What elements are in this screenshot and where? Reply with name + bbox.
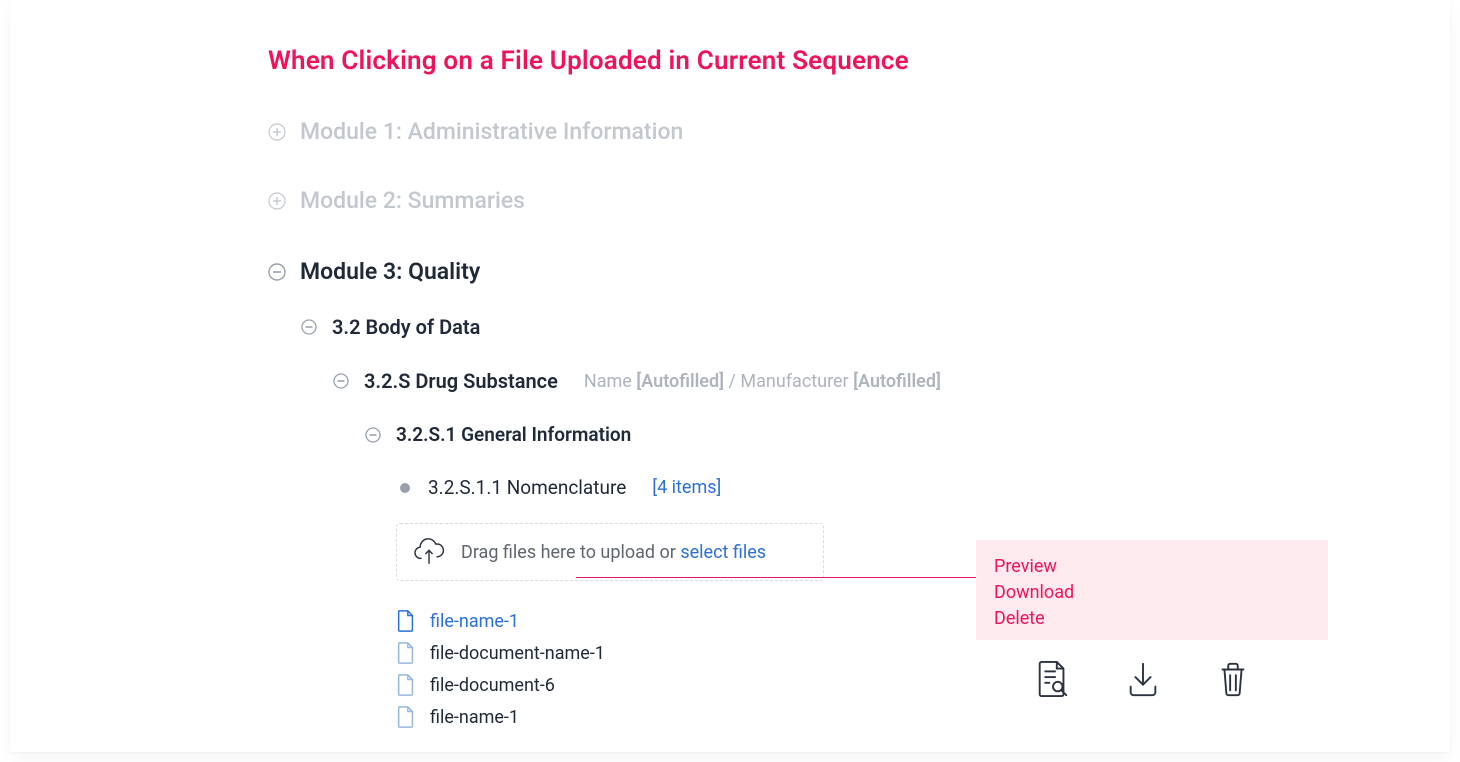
node-label: 3.2 Body of Data	[332, 315, 480, 339]
file-name: file-document-name-1	[430, 643, 605, 664]
file-icon	[396, 642, 416, 664]
module-2-label: Module 2: Summaries	[300, 187, 525, 214]
trash-icon[interactable]	[1216, 660, 1250, 698]
cloud-upload-icon	[413, 538, 445, 566]
node-label: 3.2.S.1.1 Nomenclature	[428, 476, 626, 499]
expand-icon	[268, 123, 286, 141]
item-count-link[interactable]: [4 items]	[652, 477, 721, 498]
module-1-label: Module 1: Administrative Information	[300, 118, 683, 145]
node-label: 3.2.S Drug Substance	[364, 369, 558, 393]
collapse-icon	[268, 263, 286, 281]
file-row[interactable]: file-name-1	[396, 701, 1450, 733]
menu-item-delete[interactable]: Delete	[994, 606, 1310, 632]
dropzone-prefix: Drag files here to upload or	[461, 542, 680, 563]
file-row[interactable]: file-document-name-1	[396, 637, 1450, 669]
file-row[interactable]: file-document-6	[396, 669, 1450, 701]
meta-name-value: [Autofilled]	[636, 371, 724, 392]
file-name: file-name-1	[430, 707, 519, 728]
file-icon	[396, 674, 416, 696]
node-meta: Name [Autofilled] / Manufacturer [Autofi…	[584, 371, 941, 392]
module-2-row[interactable]: Module 2: Summaries	[268, 187, 1450, 214]
meta-manu-label: Manufacturer	[740, 371, 853, 392]
expand-icon	[268, 192, 286, 210]
module-1-row[interactable]: Module 1: Administrative Information	[268, 118, 1450, 145]
collapse-icon	[332, 372, 350, 390]
annotation-connector	[576, 577, 976, 578]
menu-item-preview[interactable]: Preview	[994, 554, 1310, 580]
file-name: file-name-1	[430, 611, 519, 632]
meta-manu-value: [Autofilled]	[853, 371, 941, 392]
file-dropzone[interactable]: Drag files here to upload or select file…	[396, 523, 824, 581]
page-title: When Clicking on a File Uploaded in Curr…	[268, 46, 1450, 76]
preview-icon[interactable]	[1036, 660, 1070, 698]
menu-item-download[interactable]: Download	[994, 580, 1310, 606]
bullet-icon	[400, 483, 410, 493]
node-label: 3.2.S.1 General Information	[396, 423, 631, 446]
node-body-of-data[interactable]: 3.2 Body of Data 3.2.S Drug Substance Na…	[300, 315, 1450, 733]
collapse-icon	[300, 318, 318, 336]
file-action-bar	[1036, 660, 1250, 698]
module-3-row[interactable]: Module 3: Quality	[268, 258, 1450, 285]
meta-name-label: Name	[584, 371, 636, 392]
meta-sep: /	[724, 371, 740, 392]
file-icon	[396, 610, 416, 632]
select-files-link[interactable]: select files	[680, 542, 766, 563]
file-icon	[396, 706, 416, 728]
module-3-label: Module 3: Quality	[300, 258, 480, 285]
collapse-icon	[364, 426, 382, 444]
file-name: file-document-6	[430, 675, 555, 696]
download-icon[interactable]	[1126, 660, 1160, 698]
dropzone-text: Drag files here to upload or select file…	[461, 542, 766, 563]
file-context-menu: Preview Download Delete	[976, 540, 1328, 640]
